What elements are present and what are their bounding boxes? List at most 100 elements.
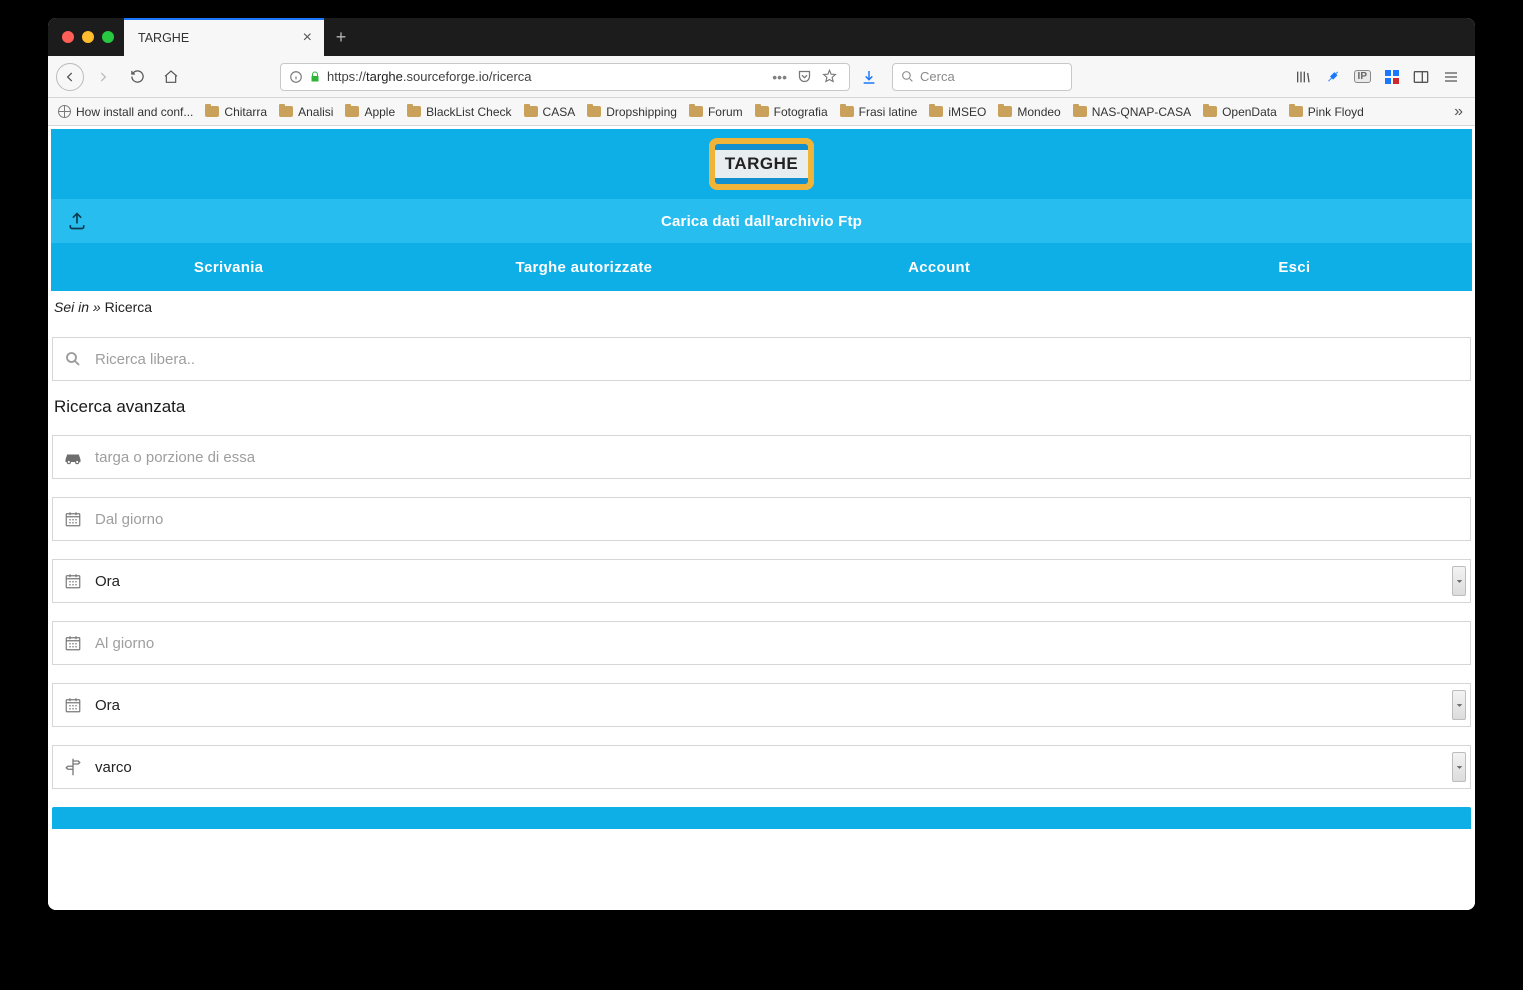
dal-giorno-input[interactable] (95, 511, 1460, 528)
url-toolbar: https://targhe.sourceforge.io/ricerca ••… (48, 56, 1475, 98)
bookmark-item[interactable]: How install and conf... (58, 105, 193, 119)
folder-icon (755, 106, 769, 117)
tab-title: TARGHE (138, 31, 301, 45)
dropdown-handle[interactable] (1452, 566, 1466, 596)
folder-icon (840, 106, 854, 117)
breadcrumb: Sei in » Ricerca (48, 291, 1475, 321)
bookmark-item[interactable]: OpenData (1203, 105, 1277, 119)
globe-icon (58, 105, 71, 118)
bookmark-item[interactable]: iMSEO (929, 105, 986, 119)
bookmark-item[interactable]: BlackList Check (407, 105, 511, 119)
ip-badge-icon[interactable]: IP (1354, 70, 1371, 83)
bookmarks-overflow-icon[interactable]: » (1452, 103, 1465, 121)
calendar-icon (63, 572, 83, 590)
folder-icon (1073, 106, 1087, 117)
upload-ftp-row[interactable]: Carica dati dall'archivio Ftp (51, 199, 1472, 243)
bookmark-item[interactable]: CASA (524, 105, 576, 119)
more-icon[interactable]: ••• (772, 69, 787, 85)
ora-to-row[interactable]: Ora (52, 683, 1471, 727)
dal-giorno-row[interactable] (52, 497, 1471, 541)
bookmark-item[interactable]: Dropshipping (587, 105, 677, 119)
submit-bar[interactable] (52, 807, 1471, 829)
varco-value: varco (95, 759, 1440, 776)
header-banner: TARGHE (51, 129, 1472, 199)
bookmark-item[interactable]: Analisi (279, 105, 333, 119)
eyedropper-icon[interactable] (1325, 69, 1340, 84)
calendar-icon (63, 696, 83, 714)
forward-button[interactable] (88, 62, 118, 92)
downloads-button[interactable] (854, 62, 884, 92)
lock-icon (309, 70, 321, 84)
new-tab-button[interactable]: + (324, 18, 358, 56)
al-giorno-row[interactable] (52, 621, 1471, 665)
signpost-icon (63, 757, 83, 777)
search-icon (63, 350, 83, 368)
folder-icon (1203, 106, 1217, 117)
info-icon[interactable] (289, 70, 303, 84)
free-search-row[interactable] (52, 337, 1471, 381)
menu-icon[interactable] (1443, 70, 1459, 84)
reload-button[interactable] (122, 62, 152, 92)
toolbar-right: IP (1295, 69, 1467, 85)
back-button[interactable] (56, 63, 84, 91)
bookmark-item[interactable]: Fotografia (755, 105, 828, 119)
nav-targhe-autorizzate[interactable]: Targhe autorizzate (406, 243, 761, 291)
search-bar[interactable]: Cerca (892, 63, 1072, 91)
bookmark-item[interactable]: Forum (689, 105, 743, 119)
pocket-icon[interactable] (797, 69, 812, 85)
folder-icon (345, 106, 359, 117)
bookmark-item[interactable]: Mondeo (998, 105, 1060, 119)
bookmark-item[interactable]: Frasi latine (840, 105, 918, 119)
search-form: Ricerca avanzata (48, 321, 1475, 849)
maximize-window-icon[interactable] (102, 31, 114, 43)
sidebar-icon[interactable] (1413, 70, 1429, 84)
address-actions: ••• (768, 69, 841, 85)
bookmark-item[interactable]: NAS-QNAP-CASA (1073, 105, 1191, 119)
close-tab-icon[interactable]: × (301, 29, 314, 47)
varco-row[interactable]: varco (52, 745, 1471, 789)
folder-icon (205, 106, 219, 117)
nav-esci[interactable]: Esci (1117, 243, 1472, 291)
tab-strip: TARGHE × + (48, 18, 1475, 56)
upload-icon (67, 211, 87, 231)
folder-icon (929, 106, 943, 117)
bookmark-item[interactable]: Apple (345, 105, 395, 119)
al-giorno-input[interactable] (95, 635, 1460, 652)
url-text: https://targhe.sourceforge.io/ricerca (327, 69, 762, 84)
logo-text: TARGHE (715, 144, 809, 184)
upload-ftp-label: Carica dati dall'archivio Ftp (51, 213, 1472, 230)
bookmark-item[interactable]: Chitarra (205, 105, 267, 119)
bookmark-star-icon[interactable] (822, 69, 837, 85)
dropdown-handle[interactable] (1452, 752, 1466, 782)
folder-icon (587, 106, 601, 117)
car-icon (63, 449, 83, 465)
ora-from-row[interactable]: Ora (52, 559, 1471, 603)
tile-new-icon[interactable] (1385, 70, 1399, 84)
breadcrumb-current: Ricerca (105, 299, 152, 315)
calendar-icon (63, 510, 83, 528)
targa-input[interactable] (95, 449, 1460, 466)
page-viewport[interactable]: TARGHE Carica dati dall'archivio Ftp Scr… (48, 126, 1475, 910)
minimize-window-icon[interactable] (82, 31, 94, 43)
address-bar[interactable]: https://targhe.sourceforge.io/ricerca ••… (280, 63, 850, 91)
library-icon[interactable] (1295, 69, 1311, 85)
bookmarks-bar: How install and conf... Chitarra Analisi… (48, 98, 1475, 126)
home-button[interactable] (156, 62, 186, 92)
breadcrumb-separator: » (93, 299, 101, 315)
search-placeholder: Cerca (920, 69, 955, 84)
close-window-icon[interactable] (62, 31, 74, 43)
folder-icon (1289, 106, 1303, 117)
logo[interactable]: TARGHE (709, 138, 815, 190)
ora-to-value: Ora (95, 697, 1440, 714)
bookmark-item[interactable]: Pink Floyd (1289, 105, 1364, 119)
dropdown-handle[interactable] (1452, 690, 1466, 720)
nav-account[interactable]: Account (762, 243, 1117, 291)
window-controls (56, 18, 124, 56)
free-search-input[interactable] (95, 351, 1460, 368)
nav-scrivania[interactable]: Scrivania (51, 243, 406, 291)
targa-row[interactable] (52, 435, 1471, 479)
browser-tab[interactable]: TARGHE × (124, 18, 324, 56)
folder-icon (998, 106, 1012, 117)
page-content: TARGHE Carica dati dall'archivio Ftp Scr… (48, 129, 1475, 849)
folder-icon (524, 106, 538, 117)
